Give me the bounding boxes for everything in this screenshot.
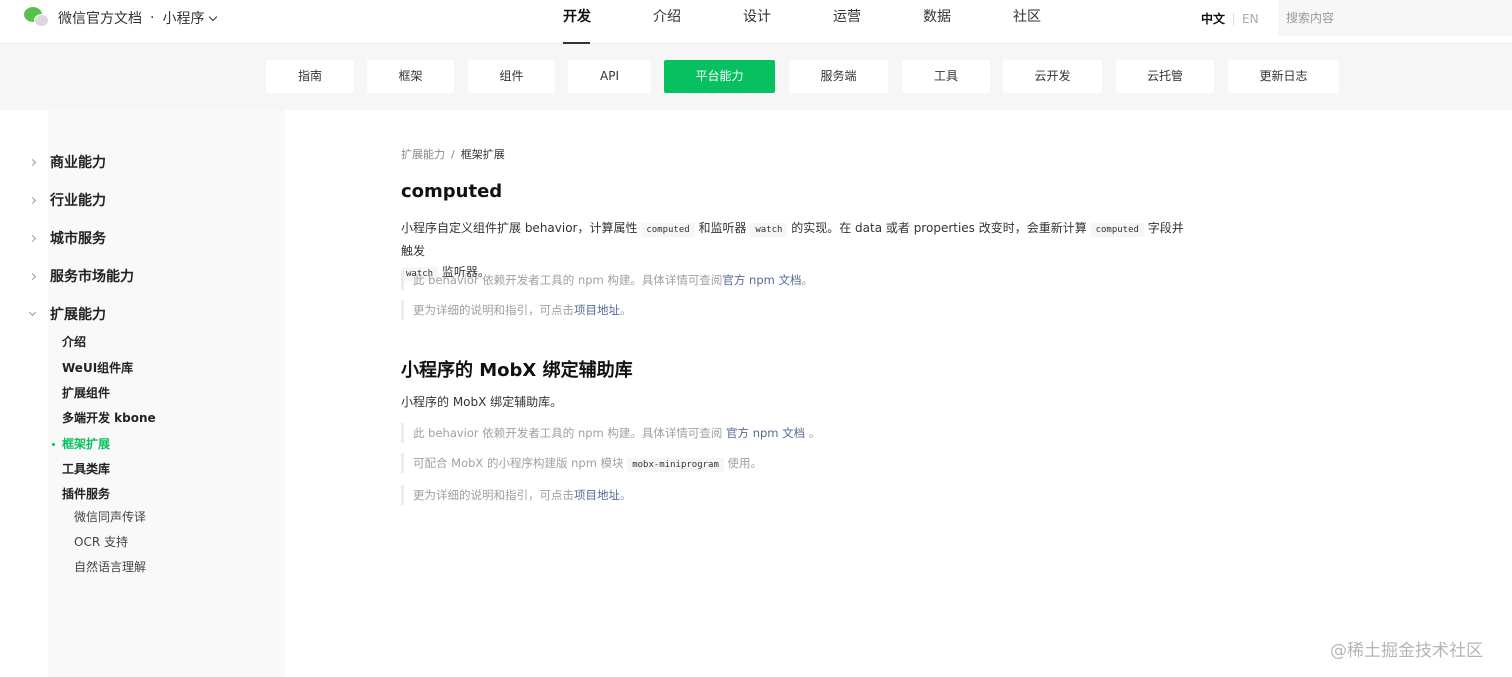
top-nav: 开发 介绍 设计 运营 数据 社区: [545, 0, 1085, 44]
tab-tools[interactable]: 工具: [902, 60, 990, 93]
para-text: 小程序自定义组件扩展 behavior，计算属性: [401, 221, 642, 235]
tab-components[interactable]: 组件: [468, 60, 555, 93]
lang-en[interactable]: EN: [1242, 12, 1259, 26]
breadcrumb-current: 框架扩展: [460, 148, 505, 161]
para-text: 和监听器: [694, 221, 751, 235]
section-title-mobx: 小程序的 MobX 绑定辅助库: [401, 360, 633, 381]
language-switch: 中文 EN: [1201, 10, 1259, 27]
tab-cloud-hosting[interactable]: 云托管: [1116, 60, 1214, 93]
sidebar-leaf-translation[interactable]: 微信同声传译: [74, 507, 146, 527]
product-switcher-label[interactable]: 小程序: [162, 8, 204, 28]
tab-cloud-dev[interactable]: 云开发: [1003, 60, 1102, 93]
note-text: 。: [620, 488, 632, 502]
top-nav-intro[interactable]: 介绍: [635, 0, 725, 44]
tab-guide[interactable]: 指南: [266, 60, 354, 93]
sidebar-item-business[interactable]: 商业能力: [0, 143, 285, 181]
note-text: 更为详细的说明和指引，可点击: [413, 488, 574, 502]
brand-dot: ·: [150, 10, 155, 26]
top-nav-community[interactable]: 社区: [995, 0, 1085, 44]
sidebar-item-extension[interactable]: 扩展能力: [0, 295, 285, 333]
sidebar-item-service-market[interactable]: 服务市场能力: [0, 257, 285, 295]
note-npm-build: 此 behavior 依赖开发者工具的 npm 构建。具体详情可查阅官方 npm…: [401, 270, 813, 290]
note-text: 此 behavior 依赖开发者工具的 npm 构建。具体详情可查阅: [413, 273, 723, 287]
breadcrumb: 扩展能力 / 框架扩展: [401, 146, 505, 162]
brand[interactable]: 微信官方文档 · 小程序: [24, 6, 218, 30]
sidebar-subitem-ext-components[interactable]: 扩展组件: [62, 383, 110, 403]
wechat-logo-icon: [24, 7, 50, 29]
sidebar-subitem-intro[interactable]: 介绍: [62, 332, 86, 352]
note-text: 。: [805, 426, 821, 440]
para-text: 的实现。在 data 或者 properties 改变时，会重新计算: [787, 221, 1091, 235]
note-text: 此 behavior 依赖开发者工具的 npm 构建。具体详情可查阅: [413, 426, 727, 440]
note-mobx-module: 可配合 MobX 的小程序构建版 npm 模块 mobx-miniprogram…: [401, 453, 762, 473]
sidebar-item-label: 扩展能力: [50, 307, 106, 323]
note-text: 可配合 MobX 的小程序构建版 npm 模块: [413, 456, 628, 470]
lang-zh[interactable]: 中文: [1201, 10, 1225, 27]
chevron-down-icon[interactable]: [209, 12, 218, 21]
brand-title: 微信官方文档: [58, 11, 142, 27]
chevron-right-icon: [28, 234, 37, 242]
top-nav-operation[interactable]: 运营: [815, 0, 905, 44]
sidebar-item-label: 商业能力: [50, 155, 106, 171]
tab-api[interactable]: API: [568, 60, 651, 93]
breadcrumb-parent[interactable]: 扩展能力: [401, 148, 445, 161]
sidebar: 商业能力 行业能力 城市服务 服务市场能力 扩展能力 介绍 WeUI组件库 扩展…: [0, 110, 285, 677]
npm-doc-link[interactable]: 官方 npm 文档: [722, 273, 801, 287]
inline-code-mobx-miniprogram: mobx-miniprogram: [627, 458, 724, 472]
sidebar-item-label: 服务市场能力: [50, 269, 134, 285]
note-npm-build: 此 behavior 依赖开发者工具的 npm 构建。具体详情可查阅 官方 np…: [401, 423, 820, 443]
tab-platform[interactable]: 平台能力: [664, 60, 775, 93]
note-text: 。: [801, 273, 814, 287]
sidebar-leaf-nlu[interactable]: 自然语言理解: [74, 557, 146, 577]
chevron-right-icon: [28, 158, 37, 166]
lang-divider: [1233, 12, 1235, 25]
sidebar-subitem-plugin-service[interactable]: 插件服务: [62, 484, 110, 504]
inline-code-computed: computed: [1090, 223, 1144, 237]
top-nav-data[interactable]: 数据: [905, 0, 995, 44]
sidebar-subitem-tool-libs[interactable]: 工具类库: [62, 459, 110, 479]
breadcrumb-separator: /: [451, 148, 455, 161]
inline-code-watch: watch: [750, 223, 788, 237]
sidebar-item-industry[interactable]: 行业能力: [0, 181, 285, 219]
top-nav-dev[interactable]: 开发: [545, 0, 635, 44]
note-project-link: 更为详细的说明和指引，可点击项目地址。: [401, 300, 632, 320]
note-text: 更为详细的说明和指引，可点击: [413, 303, 574, 317]
section-paragraph-mobx: 小程序的 MobX 绑定辅助库。: [401, 395, 563, 409]
search-box: [1278, 0, 1512, 36]
sidebar-item-label: 行业能力: [50, 193, 106, 209]
chevron-right-icon: [28, 196, 37, 204]
note-project-link: 更为详细的说明和指引，可点击项目地址。: [401, 485, 632, 505]
section-title-computed: computed: [401, 181, 503, 202]
search-input[interactable]: [1278, 0, 1512, 36]
tab-changelog[interactable]: 更新日志: [1228, 60, 1339, 93]
project-address-link[interactable]: 项目地址: [574, 303, 620, 317]
project-address-link[interactable]: 项目地址: [574, 488, 620, 502]
chevron-down-icon: [28, 308, 37, 317]
npm-doc-link[interactable]: 官方 npm 文档: [726, 426, 805, 440]
inline-code-computed: computed: [641, 223, 695, 237]
top-header: 微信官方文档 · 小程序 开发 介绍 设计 运营 数据 社区 中文 EN: [0, 0, 1512, 44]
tab-server[interactable]: 服务端: [789, 60, 888, 93]
top-nav-design[interactable]: 设计: [725, 0, 815, 44]
note-text: 。: [620, 303, 632, 317]
chevron-right-icon: [28, 272, 37, 280]
watermark: @稀土掘金技术社区: [1330, 641, 1483, 661]
sidebar-item-city-service[interactable]: 城市服务: [0, 219, 285, 257]
sidebar-leaf-ocr[interactable]: OCR 支持: [74, 532, 128, 552]
sidebar-subitem-weui[interactable]: WeUI组件库: [62, 358, 133, 378]
sidebar-subitem-framework-ext[interactable]: 框架扩展: [51, 434, 110, 454]
sidebar-item-label: 城市服务: [50, 231, 106, 247]
sub-nav: 指南 框架 组件 API 平台能力 服务端 工具 云开发 云托管 更新日志: [0, 44, 1512, 110]
note-text: 使用。: [723, 456, 763, 470]
tab-framework[interactable]: 框架: [367, 60, 454, 93]
sidebar-subitem-kbone[interactable]: 多端开发 kbone: [62, 408, 156, 428]
